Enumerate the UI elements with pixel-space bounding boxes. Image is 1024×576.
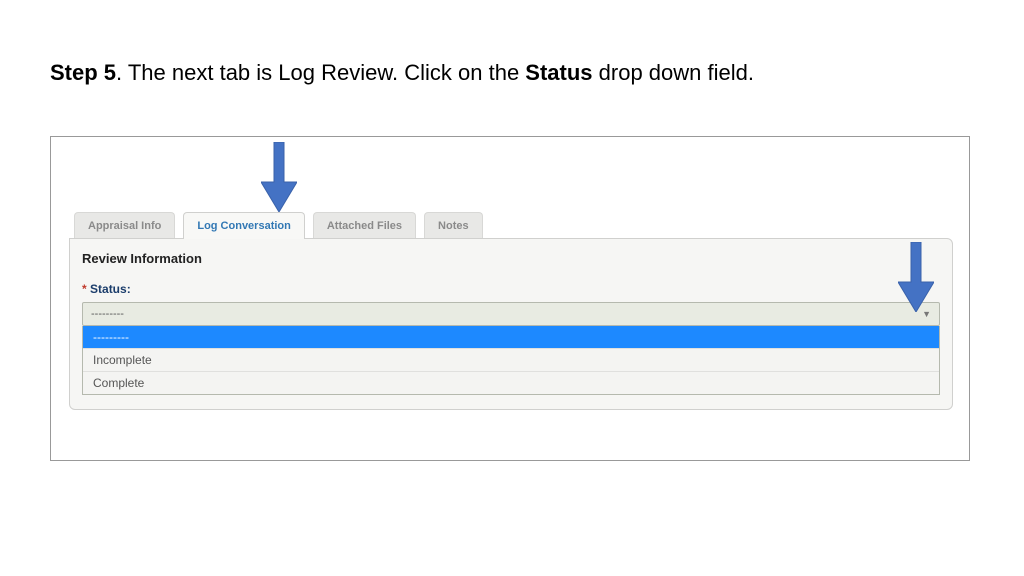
step-number: Step 5 [50, 60, 116, 85]
instruction-fragment-2: drop down field. [593, 60, 754, 85]
tab-log-conversation[interactable]: Log Conversation [183, 212, 305, 239]
status-options-list: --------- Incomplete Complete [82, 326, 940, 395]
status-label-text: Status: [90, 282, 131, 296]
instruction-fragment-1: . The next tab is Log Review. Click on t… [116, 60, 525, 85]
review-panel: Review Information * Status: --------- ▼… [69, 238, 953, 410]
tab-attached-files[interactable]: Attached Files [313, 212, 416, 239]
arrow-pointer-dropdown [898, 242, 934, 312]
required-star: * [82, 282, 87, 296]
status-word: Status [525, 60, 592, 85]
tab-appraisal-info[interactable]: Appraisal Info [74, 212, 175, 239]
status-option-complete[interactable]: Complete [83, 372, 939, 394]
status-option-incomplete[interactable]: Incomplete [83, 349, 939, 372]
status-field-label: * Status: [82, 282, 940, 296]
instruction-text: Step 5. The next tab is Log Review. Clic… [50, 60, 974, 86]
screenshot-frame: Appraisal Info Log Conversation Attached… [50, 136, 970, 461]
arrow-pointer-tab [261, 142, 297, 212]
status-select[interactable]: --------- ▼ [82, 302, 940, 326]
status-option-blank[interactable]: --------- [83, 326, 939, 349]
section-title: Review Information [82, 251, 940, 266]
status-select-value: --------- [91, 308, 124, 320]
tab-row: Appraisal Info Log Conversation Attached… [69, 212, 951, 239]
tab-notes[interactable]: Notes [424, 212, 483, 239]
